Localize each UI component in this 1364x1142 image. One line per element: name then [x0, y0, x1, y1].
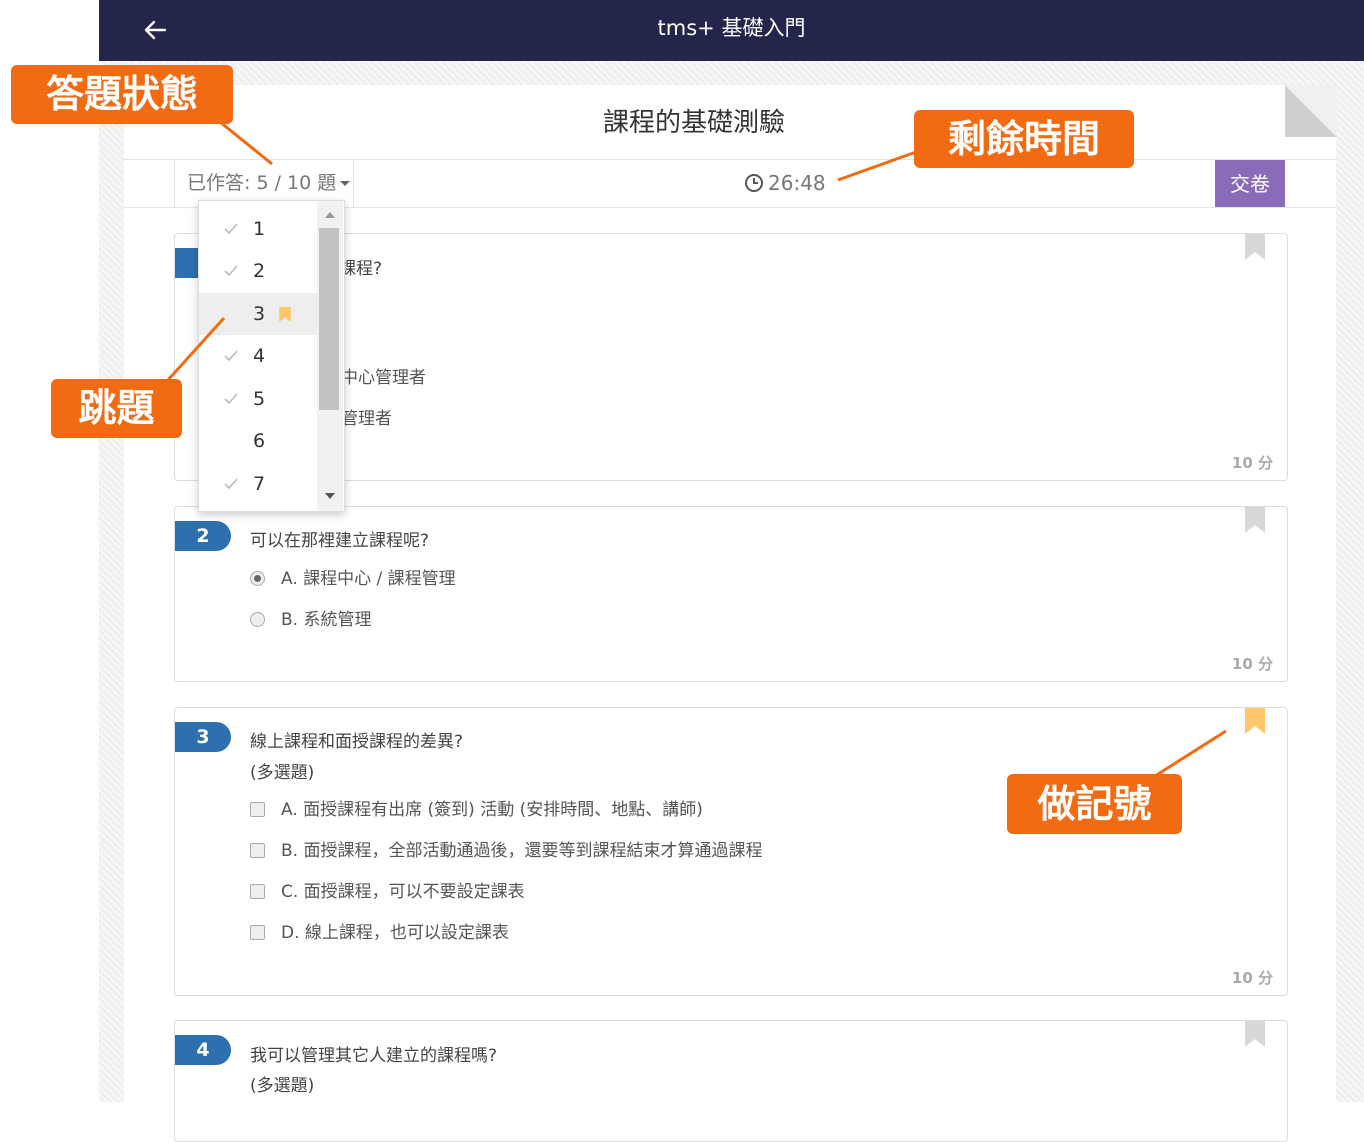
check-icon — [224, 265, 238, 277]
jump-item-6[interactable]: 6 — [199, 420, 317, 462]
option-label: A. 課程中心 / 課程管理 — [281, 569, 456, 589]
callout-bookmark: 做記號 — [1007, 774, 1182, 834]
callout-answer-status: 答題狀態 — [11, 65, 233, 124]
check-icon — [224, 478, 238, 490]
bookmark-icon[interactable] — [1245, 234, 1265, 260]
check-icon — [224, 393, 238, 405]
app-title: tms+ 基礎入門 — [657, 16, 806, 40]
jump-item-3[interactable]: 3 — [199, 293, 317, 335]
option-label: A. 面授課程有出席 (簽到) 活動 (安排時間、地點、講師) — [281, 800, 703, 820]
question-text: 我可以管理其它人建立的課程嗎? — [250, 1046, 498, 1066]
dropdown-scrollbar[interactable] — [317, 201, 343, 511]
jump-item-5[interactable]: 5 — [199, 378, 317, 420]
jump-item-number: 2 — [253, 260, 266, 282]
checkbox-icon[interactable] — [250, 925, 265, 940]
jump-item-7[interactable]: 7 — [199, 463, 317, 505]
question-card-3: 3 線上課程和面授課程的差異? (多選題) A. 面授課程有出席 (簽到) 活動… — [174, 707, 1288, 996]
bookmark-active-icon[interactable] — [1245, 708, 1265, 734]
scroll-down-arrow-icon[interactable] — [325, 493, 335, 499]
callout-remaining-time: 剩餘時間 — [914, 110, 1134, 168]
question-text: 線上課程和面授課程的差異? — [250, 732, 464, 752]
option-b[interactable]: B. 面授課程，全部活動通過後，還要等到課程結束才算通過課程 — [250, 839, 762, 863]
jump-item-number: 5 — [253, 388, 266, 410]
option-label: B. 系統管理 — [281, 610, 372, 630]
jump-item-number: 7 — [253, 473, 266, 495]
callout-jump-question: 跳題 — [51, 379, 182, 438]
scrollbar-thumb[interactable] — [319, 228, 339, 410]
option-a[interactable]: A. 面授課程有出席 (簽到) 活動 (安排時間、地點、講師) — [250, 798, 703, 822]
question-type: (多選題) — [250, 763, 315, 783]
jump-item-2[interactable]: 2 — [199, 250, 317, 292]
option-label: B. 面授課程，全部活動通過後，還要等到課程結束才算通過課程 — [281, 841, 763, 861]
timer-value: 26:48 — [768, 171, 826, 195]
jump-item-number: 1 — [253, 218, 266, 240]
jump-item-number: 6 — [253, 430, 266, 452]
option-c[interactable]: 中心管理者 — [341, 366, 426, 390]
scroll-up-arrow-icon[interactable] — [325, 212, 335, 218]
question-text: 可以在那裡建立課程呢? — [250, 531, 430, 551]
bookmark-active-icon — [279, 307, 291, 322]
option-b[interactable]: B. 系統管理 — [250, 608, 371, 632]
submit-button[interactable]: 交卷 — [1215, 160, 1285, 207]
question-score: 10 分 — [1231, 454, 1273, 472]
question-score: 10 分 — [1231, 969, 1273, 987]
bookmark-icon[interactable] — [1245, 1021, 1265, 1047]
option-label: D. 線上課程，也可以設定課表 — [281, 923, 509, 943]
question-number: 4 — [175, 1035, 231, 1065]
question-card-4: 4 我可以管理其它人建立的課程嗎? (多選題) — [174, 1020, 1288, 1142]
checkbox-icon[interactable] — [250, 884, 265, 899]
question-card-2: 2 可以在那裡建立課程呢? A. 課程中心 / 課程管理 B. 系統管理 10 … — [174, 506, 1288, 682]
jump-item-number: 3 — [253, 303, 266, 325]
clock-icon — [745, 174, 763, 192]
page-fold-corner — [1285, 85, 1337, 137]
jump-item-number: 4 — [253, 345, 266, 367]
option-c[interactable]: C. 面授課程，可以不要設定課表 — [250, 880, 525, 904]
question-jump-dropdown: 1 2 3 4 5 6 7 — [198, 200, 345, 512]
question-score: 10 分 — [1231, 655, 1273, 673]
remaining-timer: 26:48 — [744, 160, 826, 207]
option-d[interactable]: D. 線上課程，也可以設定課表 — [250, 921, 509, 945]
option-a[interactable]: A. 課程中心 / 課程管理 — [250, 567, 456, 591]
jump-item-4[interactable]: 4 — [199, 335, 317, 377]
option-label: C. 面授課程，可以不要設定課表 — [281, 882, 525, 902]
top-nav-bar: tms+ 基礎入門 — [99, 0, 1364, 61]
check-icon — [224, 350, 238, 362]
question-type: (多選題) — [250, 1076, 315, 1096]
check-icon — [224, 223, 238, 235]
checkbox-icon[interactable] — [250, 843, 265, 858]
radio-selected-icon[interactable] — [250, 571, 265, 586]
radio-icon[interactable] — [250, 612, 265, 627]
option-d[interactable]: 管理者 — [341, 407, 392, 431]
question-number: 2 — [175, 521, 231, 551]
checkbox-icon[interactable] — [250, 802, 265, 817]
answer-status-label: 已作答: 5 / 10 題 — [187, 172, 337, 194]
bookmark-icon[interactable] — [1245, 507, 1265, 533]
jump-item-1[interactable]: 1 — [199, 208, 317, 250]
question-text: 課程? — [339, 259, 383, 279]
caret-down-icon — [340, 181, 351, 186]
question-number: 3 — [175, 722, 231, 752]
